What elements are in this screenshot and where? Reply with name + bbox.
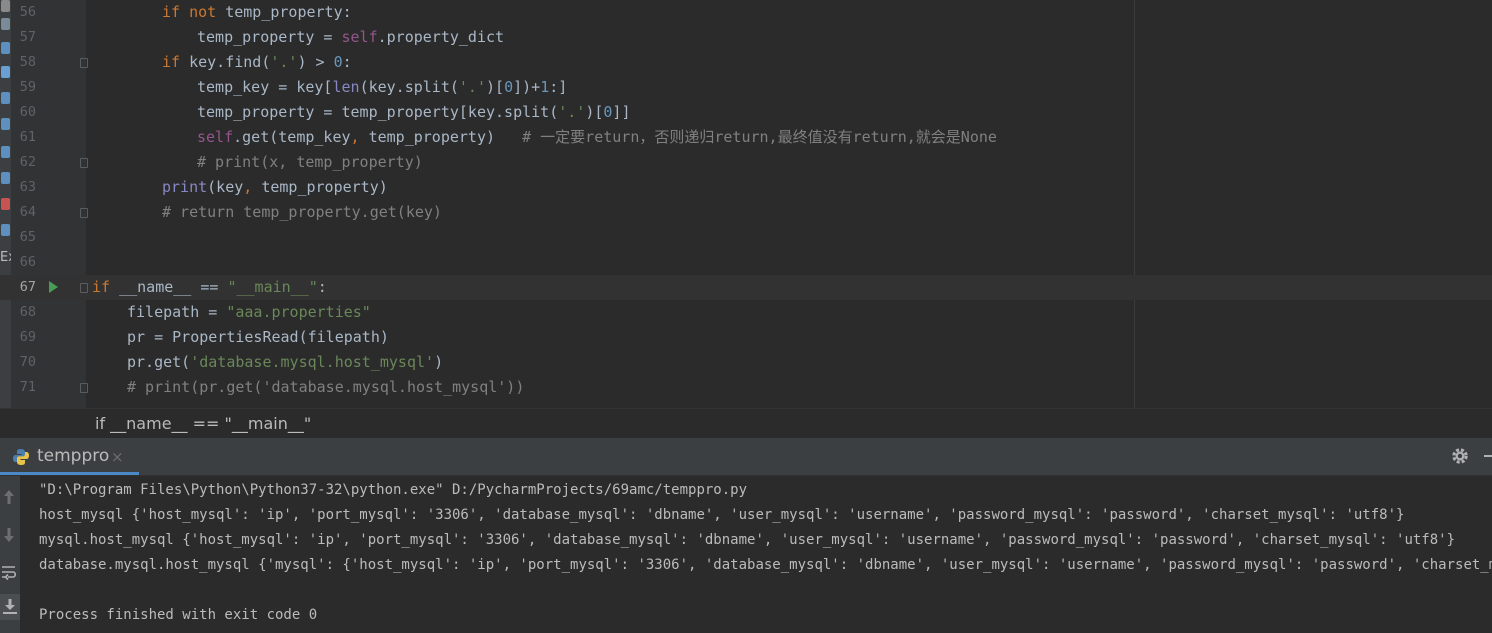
breadcrumb-item[interactable]: if __name__ == "__main__" <box>95 414 311 433</box>
code-line: 57 temp_property = self.property_dict <box>0 25 1492 50</box>
console-toolbar <box>0 476 20 633</box>
python-icon <box>13 449 29 465</box>
code-text: filepath = "aaa.properties" <box>127 303 371 321</box>
code-line: 58 if key.find('.') > 0: <box>0 50 1492 75</box>
code-text: if __name__ == "__main__": <box>92 278 327 296</box>
fold-marker-icon[interactable] <box>80 383 88 393</box>
line-number: 60 <box>19 104 36 120</box>
line-number: 66 <box>19 254 36 270</box>
gear-icon[interactable] <box>1450 446 1470 466</box>
line-number: 61 <box>19 129 36 145</box>
code-text: pr.get('database.mysql.host_mysql') <box>127 353 444 371</box>
console-output[interactable]: "D:\Program Files\Python\Python37-32\pyt… <box>20 476 1492 633</box>
code-line: 65 <box>0 225 1492 250</box>
scroll-to-end-button[interactable] <box>0 594 20 620</box>
code-line: 56 if not temp_property: <box>0 0 1492 25</box>
run-panel-header: temppro × <box>0 438 1492 476</box>
run-tab-label[interactable]: temppro <box>37 446 109 466</box>
line-number: 63 <box>19 179 36 195</box>
code-text: if not temp_property: <box>162 3 352 21</box>
code-line: 59 temp_key = key[len(key.split('.')[0])… <box>0 75 1492 100</box>
line-number: 65 <box>19 229 36 245</box>
fold-marker-icon[interactable] <box>80 208 88 218</box>
line-number: 68 <box>19 304 36 320</box>
close-icon[interactable]: × <box>111 448 124 466</box>
line-number: 56 <box>19 4 36 20</box>
code-line: 70 pr.get('database.mysql.host_mysql') <box>0 350 1492 375</box>
code-line: 71 # print(pr.get('database.mysql.host_m… <box>0 375 1492 400</box>
console-line: Process finished with exit code 0 <box>39 607 318 623</box>
line-number: 62 <box>19 154 36 170</box>
code-text: pr = PropertiesRead(filepath) <box>127 328 389 346</box>
code-line: 62 # print(x, temp_property) <box>0 150 1492 175</box>
console-line: mysql.host_mysql {'host_mysql': 'ip', 'p… <box>39 532 1456 548</box>
code-line: 61 self.get(temp_key, temp_property) # 一… <box>0 125 1492 150</box>
line-number: 64 <box>19 204 36 220</box>
up-arrow-icon[interactable] <box>1 488 17 506</box>
code-text: if key.find('.') > 0: <box>162 53 352 71</box>
code-line: 69 pr = PropertiesRead(filepath) <box>0 325 1492 350</box>
line-number: 58 <box>19 54 36 70</box>
line-number: 67 <box>19 279 36 295</box>
code-text: temp_key = key[len(key.split('.')[0])+1:… <box>197 78 568 96</box>
code-text: self.get(temp_key, temp_property) # 一定要r… <box>197 128 997 146</box>
code-line: 68 filepath = "aaa.properties" <box>0 300 1492 325</box>
line-number: 69 <box>19 329 36 345</box>
line-number: 59 <box>19 79 36 95</box>
code-text: # print(pr.get('database.mysql.host_mysq… <box>127 378 525 396</box>
active-tab-indicator <box>0 472 139 475</box>
fold-marker-icon[interactable] <box>80 283 88 293</box>
console-line: host_mysql {'host_mysql': 'ip', 'port_my… <box>39 507 1405 523</box>
line-number: 70 <box>19 354 36 370</box>
code-line: 60 temp_property = temp_property[key.spl… <box>0 100 1492 125</box>
code-line-current: 67 if __name__ == "__main__": <box>0 275 1492 300</box>
code-text: temp_property = temp_property[key.split(… <box>197 103 631 121</box>
console-line: database.mysql.host_mysql {'mysql': {'ho… <box>39 557 1492 573</box>
minimize-icon[interactable] <box>1484 455 1492 457</box>
code-line: 64 # return temp_property.get(key) <box>0 200 1492 225</box>
line-number: 71 <box>19 379 36 395</box>
code-text: temp_property = self.property_dict <box>197 28 505 46</box>
fold-marker-icon[interactable] <box>80 158 88 168</box>
code-line: 66 <box>0 250 1492 275</box>
run-arrow-icon[interactable] <box>49 281 58 293</box>
code-text: print(key, temp_property) <box>162 178 388 196</box>
code-line: 63 print(key, temp_property) <box>0 175 1492 200</box>
fold-marker-icon[interactable] <box>80 58 88 68</box>
run-tab[interactable]: temppro × <box>0 438 139 475</box>
scroll-to-end-icon <box>3 599 17 614</box>
console-line: "D:\Program Files\Python\Python37-32\pyt… <box>39 482 748 498</box>
breadcrumb[interactable]: if __name__ == "__main__" <box>0 408 1492 439</box>
line-number: 57 <box>19 29 36 45</box>
code-text: # print(x, temp_property) <box>197 153 423 171</box>
code-text: # return temp_property.get(key) <box>162 203 442 221</box>
down-arrow-icon[interactable] <box>1 526 17 544</box>
soft-wrap-icon[interactable] <box>1 564 17 582</box>
